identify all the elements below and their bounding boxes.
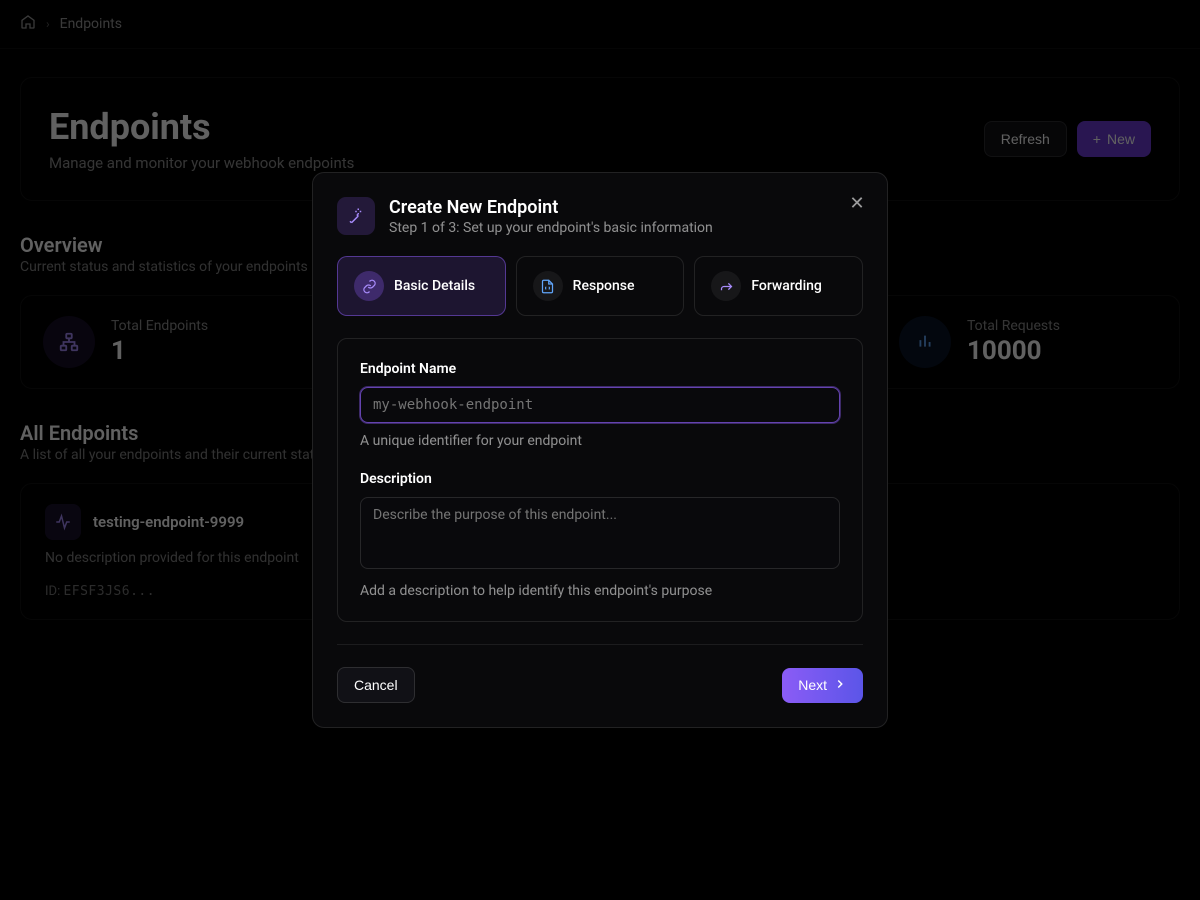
endpoint-name-input[interactable] <box>360 387 840 423</box>
description-label: Description <box>360 471 840 487</box>
step-tabs: Basic Details Response Forwarding <box>337 256 863 316</box>
close-button[interactable]: ✕ <box>843 189 871 217</box>
create-endpoint-modal: Create New Endpoint Step 1 of 3: Set up … <box>312 172 888 728</box>
cancel-button[interactable]: Cancel <box>337 667 415 703</box>
close-icon: ✕ <box>849 193 864 213</box>
name-label: Endpoint Name <box>360 361 840 377</box>
next-button[interactable]: Next <box>782 668 863 703</box>
modal-title: Create New Endpoint <box>389 197 713 218</box>
step-forwarding[interactable]: Forwarding <box>694 256 863 316</box>
endpoint-description-input[interactable] <box>360 497 840 569</box>
step-response[interactable]: Response <box>516 256 685 316</box>
name-hint: A unique identifier for your endpoint <box>360 433 840 449</box>
forward-icon <box>711 271 741 301</box>
chevron-right-icon <box>833 677 847 694</box>
description-hint: Add a description to help identify this … <box>360 583 840 599</box>
step-basic-details[interactable]: Basic Details <box>337 256 506 316</box>
modal-subtitle: Step 1 of 3: Set up your endpoint's basi… <box>389 220 713 236</box>
form-panel: Endpoint Name A unique identifier for yo… <box>337 338 863 622</box>
file-json-icon <box>533 271 563 301</box>
wand-icon <box>337 197 375 235</box>
link-icon <box>354 271 384 301</box>
